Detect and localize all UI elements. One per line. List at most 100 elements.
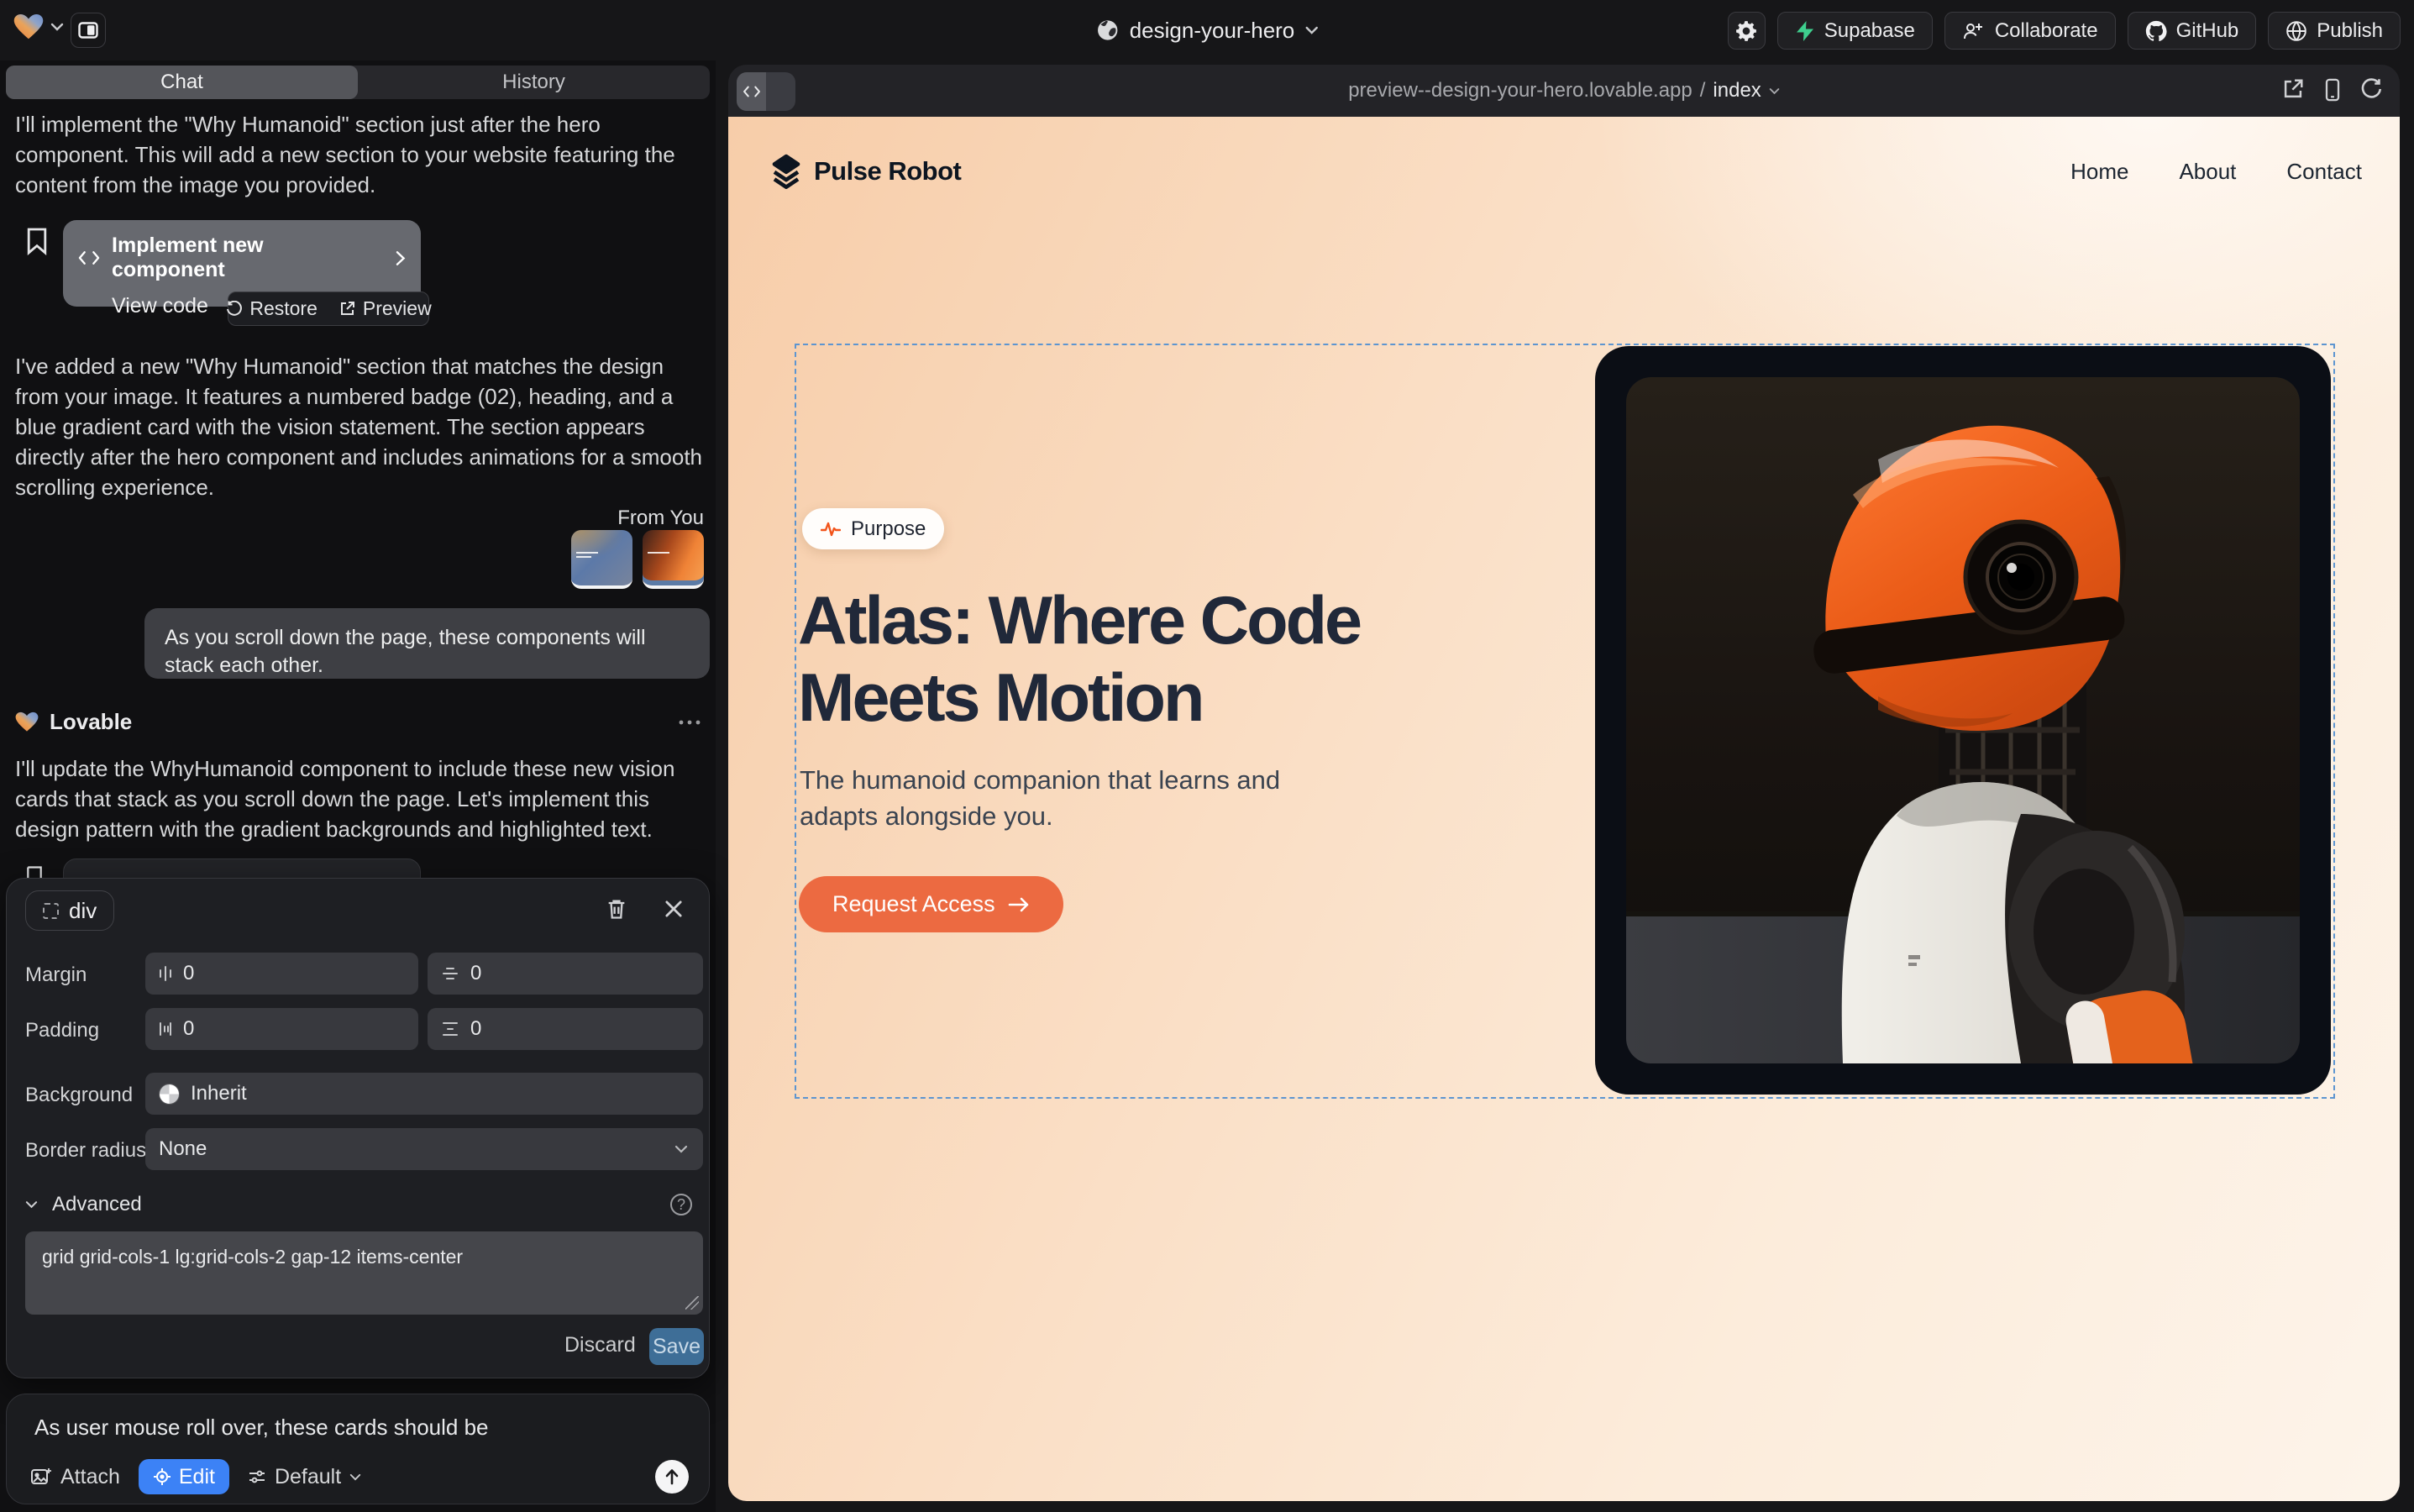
github-icon — [2145, 20, 2167, 42]
project-switcher[interactable]: design-your-hero — [1096, 0, 1319, 60]
preview-button[interactable]: Preview — [339, 297, 432, 320]
supabase-button[interactable]: Supabase — [1777, 12, 1933, 50]
supabase-label: Supabase — [1824, 19, 1915, 43]
lovable-heart-icon — [13, 13, 44, 40]
help-icon[interactable]: ? — [670, 1194, 692, 1215]
background-input[interactable]: Inherit — [145, 1073, 703, 1115]
bookmark-icon — [25, 865, 44, 879]
margin-y-input[interactable]: 0 — [428, 953, 703, 995]
assistant-message-1: I'll implement the "Why Humanoid" sectio… — [15, 109, 706, 200]
publish-label: Publish — [2317, 19, 2383, 43]
assistant-message-3: I'll update the WhyHumanoid component to… — [15, 753, 706, 844]
preview-window: preview--design-your-hero.lovable.app / … — [728, 65, 2400, 1501]
textarea-resize-handle[interactable] — [685, 1296, 699, 1310]
request-access-button[interactable]: Request Access — [799, 876, 1063, 932]
component-change-title: Implement new component — [112, 234, 372, 282]
send-button[interactable] — [655, 1460, 689, 1494]
discard-button[interactable]: Discard — [564, 1333, 636, 1357]
close-inspector-icon[interactable] — [662, 897, 685, 921]
preview-page-name: index — [1713, 79, 1761, 102]
advanced-classes-textarea[interactable]: grid grid-cols-1 lg:grid-cols-2 gap-12 i… — [25, 1231, 703, 1315]
composer-input[interactable]: As user mouse roll over, these cards sho… — [34, 1415, 489, 1441]
nav-contact[interactable]: Contact — [2286, 159, 2362, 185]
collaborate-button[interactable]: Collaborate — [1944, 12, 2116, 50]
lovable-heart-icon — [15, 711, 39, 732]
collaborate-people-icon — [1962, 21, 1986, 41]
margin-x-input[interactable]: 0 — [145, 953, 418, 995]
margin-x-icon — [159, 964, 172, 983]
nav-home[interactable]: Home — [2070, 159, 2128, 185]
background-label: Background — [25, 1084, 133, 1107]
settings-button[interactable] — [1728, 12, 1766, 50]
transparency-swatch-icon — [159, 1084, 180, 1105]
nav-about[interactable]: About — [2179, 159, 2236, 185]
arrow-right-icon — [1008, 896, 1030, 913]
restore-button[interactable]: Restore — [225, 297, 317, 320]
hero-paragraph: The humanoid companion that learns and a… — [800, 762, 1354, 834]
attachment-thumbnail-orange[interactable] — [643, 530, 704, 589]
preview-url-host: preview--design-your-hero.lovable.app — [1348, 79, 1692, 102]
chat-history-tabs: Chat History — [6, 66, 710, 99]
chat-composer[interactable]: As user mouse roll over, these cards sho… — [6, 1394, 710, 1504]
edit-mode-button[interactable]: Edit — [139, 1459, 229, 1494]
padding-x-input[interactable]: 0 — [145, 1008, 418, 1050]
globe-icon — [1096, 18, 1120, 42]
element-outline-icon — [43, 903, 59, 919]
chat-panel: Chat History I'll implement the "Why Hum… — [0, 60, 716, 1512]
arrow-up-icon — [664, 1468, 680, 1485]
assistant-message-2: I've added a new "Why Humanoid" section … — [15, 351, 706, 502]
publish-button[interactable]: Publish — [2268, 12, 2401, 50]
github-label: GitHub — [2176, 19, 2239, 43]
top-bar: design-your-hero Supabase Collaborate — [0, 0, 2414, 60]
selected-element-badge[interactable]: div — [25, 890, 114, 931]
assistant-header: Lovable — [15, 709, 701, 735]
save-button[interactable]: Save — [649, 1328, 704, 1365]
external-link-icon — [339, 301, 355, 317]
github-button[interactable]: GitHub — [2128, 12, 2257, 50]
chevron-down-icon — [25, 1200, 38, 1209]
project-name: design-your-hero — [1130, 18, 1295, 44]
preview-url-bar[interactable]: preview--design-your-hero.lovable.app / … — [728, 65, 2400, 117]
target-icon — [153, 1467, 171, 1486]
code-icon — [78, 250, 100, 265]
border-radius-select[interactable]: None — [145, 1128, 703, 1170]
margin-label: Margin — [25, 963, 87, 987]
gear-icon — [1735, 20, 1757, 42]
site-nav: Home About Contact — [2070, 159, 2362, 185]
bookmark-icon[interactable] — [25, 227, 49, 255]
padding-y-icon — [441, 1021, 459, 1037]
layers-logo-icon — [770, 154, 802, 189]
attach-button[interactable]: Attach — [30, 1465, 120, 1489]
mobile-view-icon[interactable] — [2324, 78, 2341, 102]
attachment-thumbnail-blue[interactable] — [571, 530, 632, 589]
hero-heading: Atlas: Where Code Meets Motion — [798, 582, 1360, 737]
chevron-down-icon — [1769, 87, 1780, 95]
delete-element-icon[interactable] — [605, 897, 628, 921]
sliders-icon — [248, 1467, 266, 1486]
selected-element-tag: div — [69, 898, 97, 924]
chevron-down-icon — [1304, 26, 1318, 34]
preview-toolbar: preview--design-your-hero.lovable.app / … — [728, 65, 2400, 117]
site-brand[interactable]: Pulse Robot — [770, 154, 961, 189]
padding-y-input[interactable]: 0 — [428, 1008, 703, 1050]
hero-image-card — [1595, 346, 2331, 1095]
advanced-section-header[interactable]: Advanced ? — [25, 1193, 692, 1216]
restore-preview-toolbar: Restore Preview — [228, 291, 429, 326]
tab-history[interactable]: History — [358, 66, 710, 99]
restore-icon — [225, 301, 242, 318]
more-options-icon[interactable] — [679, 720, 701, 725]
model-mode-select[interactable]: Default — [248, 1465, 361, 1489]
tab-chat[interactable]: Chat — [6, 66, 358, 99]
collaborate-label: Collaborate — [1995, 19, 2098, 43]
toggle-sidebar-button[interactable] — [71, 13, 106, 48]
refresh-icon[interactable] — [2361, 78, 2383, 100]
attach-image-icon — [30, 1467, 52, 1487]
from-you-label: From You — [617, 507, 704, 530]
open-in-new-tab-icon[interactable] — [2282, 78, 2304, 100]
chevron-right-icon — [396, 250, 406, 266]
lovable-menu-button[interactable] — [13, 13, 64, 40]
robot-image — [1626, 377, 2300, 1063]
chevron-down-icon — [50, 23, 64, 31]
chevron-down-icon — [674, 1145, 688, 1153]
user-message-bubble: As you scroll down the page, these compo… — [144, 608, 710, 679]
